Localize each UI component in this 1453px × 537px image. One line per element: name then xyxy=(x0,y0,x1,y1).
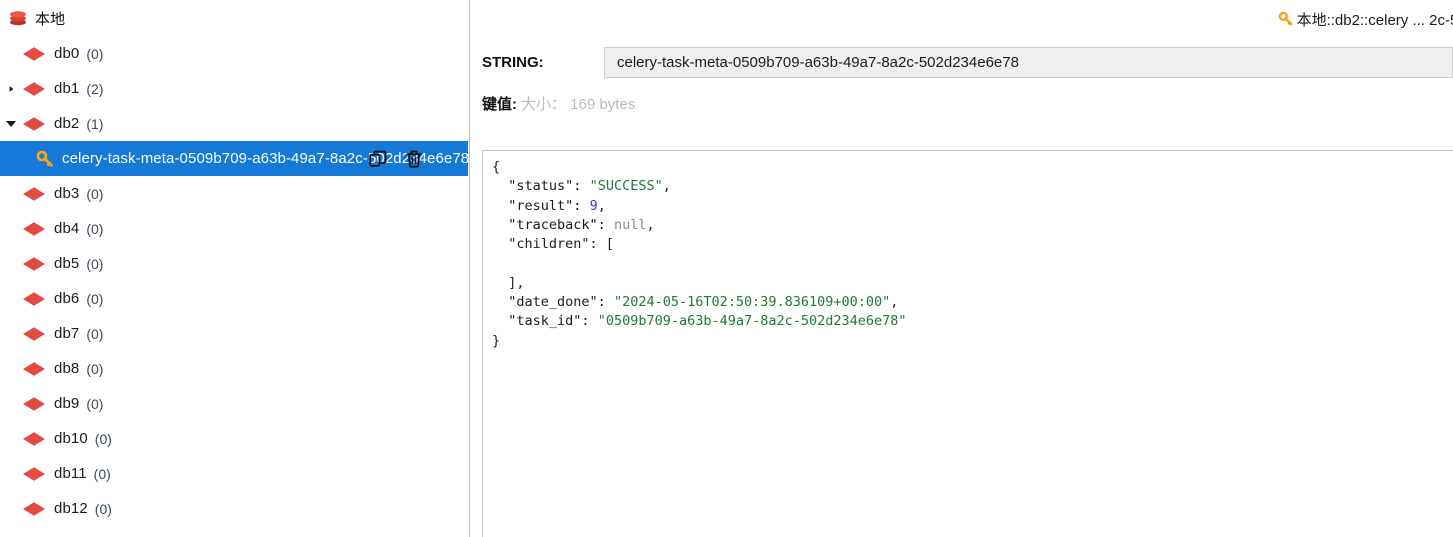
sidebar-item-db9[interactable]: db9 (0) xyxy=(0,386,468,421)
database-tree-sidebar[interactable]: 本地 db0 (0) db1 (2) db2 (1) celery-task-meta-05… xyxy=(0,0,468,537)
sidebar-item-db2[interactable]: db2 (1) xyxy=(0,106,468,141)
database-list: db0 (0) db1 (2) db2 (1) celery-task-meta-0509b… xyxy=(0,36,468,526)
tab-title: 本地::db2::celery ... 2c-502 xyxy=(1296,11,1453,29)
db-label: db12 xyxy=(54,500,88,517)
delete-key-icon[interactable] xyxy=(404,149,424,169)
db-key-count: (0) xyxy=(86,220,104,237)
db-label: db7 xyxy=(54,325,80,342)
tab-current-key[interactable]: 本地::db2::celery ... 2c-502 xyxy=(1272,0,1453,38)
database-diamond-icon xyxy=(22,185,46,203)
database-diamond-icon xyxy=(22,430,46,448)
db-key-count: (0) xyxy=(86,255,104,272)
key-name-value: celery-task-meta-0509b709-a63b-49a7-8a2c… xyxy=(617,53,1019,71)
sidebar-item-db6[interactable]: db6 (0) xyxy=(0,281,468,316)
value-size-text: 大小： 169 bytes xyxy=(521,95,636,113)
key-type-row: STRING: celery-task-meta-0509b709-a63b-4… xyxy=(474,38,1453,86)
row-action-buttons[interactable] xyxy=(368,149,424,169)
tree-item-selected-key[interactable]: celery-task-meta-0509b709-a63b-49a7-8a2c… xyxy=(0,141,468,176)
sidebar-item-db11[interactable]: db11 (0) xyxy=(0,456,468,491)
sidebar-item-db4[interactable]: db4 (0) xyxy=(0,211,468,246)
db-key-count: (0) xyxy=(86,290,104,307)
db-key-count: (0) xyxy=(93,465,111,482)
sidebar-item-db10[interactable]: db10 (0) xyxy=(0,421,468,456)
db-key-count: (0) xyxy=(86,185,104,202)
database-diamond-icon xyxy=(22,80,46,98)
database-diamond-icon xyxy=(22,115,46,133)
database-diamond-icon xyxy=(22,220,46,238)
value-label: 键值: xyxy=(482,95,517,113)
db-label: db1 xyxy=(54,80,80,97)
value-editor[interactable]: { "status": "SUCCESS", "result": 9, "tra… xyxy=(482,150,1453,537)
value-panel: 本地::db2::celery ... 2c-502 STRING: celer… xyxy=(474,0,1453,537)
db-label: db4 xyxy=(54,220,80,237)
tree-root-local[interactable]: 本地 xyxy=(0,0,468,36)
db-key-count: (0) xyxy=(86,395,104,412)
db-label: db5 xyxy=(54,255,80,272)
sidebar-item-db8[interactable]: db8 (0) xyxy=(0,351,468,386)
sidebar-item-db5[interactable]: db5 (0) xyxy=(0,246,468,281)
chevron-down-icon[interactable] xyxy=(6,119,16,129)
chevron-right-icon[interactable] xyxy=(6,84,16,94)
db-key-count: (0) xyxy=(86,360,104,377)
layers-stack-icon xyxy=(8,8,28,28)
key-type-label: STRING: xyxy=(482,53,544,71)
key-icon xyxy=(36,150,54,168)
database-diamond-icon xyxy=(22,395,46,413)
sidebar-item-db7[interactable]: db7 (0) xyxy=(0,316,468,351)
key-name-input[interactable]: celery-task-meta-0509b709-a63b-49a7-8a2c… xyxy=(604,46,1453,78)
db-key-count: (1) xyxy=(86,115,104,132)
sidebar-item-db0[interactable]: db0 (0) xyxy=(0,36,468,71)
sidebar-item-db3[interactable]: db3 (0) xyxy=(0,176,468,211)
db-key-count: (0) xyxy=(94,430,112,447)
database-diamond-icon xyxy=(22,500,46,518)
database-diamond-icon xyxy=(22,325,46,343)
tab-bar: 本地::db2::celery ... 2c-502 xyxy=(474,0,1453,38)
db-key-count: (0) xyxy=(86,45,104,62)
json-value-content: { "status": "SUCCESS", "result": 9, "tra… xyxy=(492,159,907,349)
db-label: db10 xyxy=(54,430,88,447)
db-key-count: (2) xyxy=(86,80,104,97)
database-diamond-icon xyxy=(22,465,46,483)
copy-key-icon[interactable] xyxy=(368,149,388,169)
db-key-count: (0) xyxy=(86,325,104,342)
db-label: db11 xyxy=(54,465,87,482)
database-diamond-icon xyxy=(22,45,46,63)
db-label: db9 xyxy=(54,395,80,412)
tree-root-label: 本地 xyxy=(35,10,66,28)
database-diamond-icon xyxy=(22,290,46,308)
value-size-row: 键值: 大小： 169 bytes xyxy=(474,86,1453,120)
key-icon xyxy=(1278,11,1294,27)
db-label: db6 xyxy=(54,290,80,307)
db-label: db8 xyxy=(54,360,80,377)
db-label: db2 xyxy=(54,115,80,132)
db-label: db3 xyxy=(54,185,80,202)
database-diamond-icon xyxy=(22,255,46,273)
database-diamond-icon xyxy=(22,360,46,378)
sidebar-item-db12[interactable]: db12 (0) xyxy=(0,491,468,526)
redis-client-window: 本地 db0 (0) db1 (2) db2 (1) celery-task-meta-05… xyxy=(0,0,1453,537)
db-label: db0 xyxy=(54,45,80,62)
db-key-count: (0) xyxy=(94,500,112,517)
sidebar-item-db1[interactable]: db1 (2) xyxy=(0,71,468,106)
